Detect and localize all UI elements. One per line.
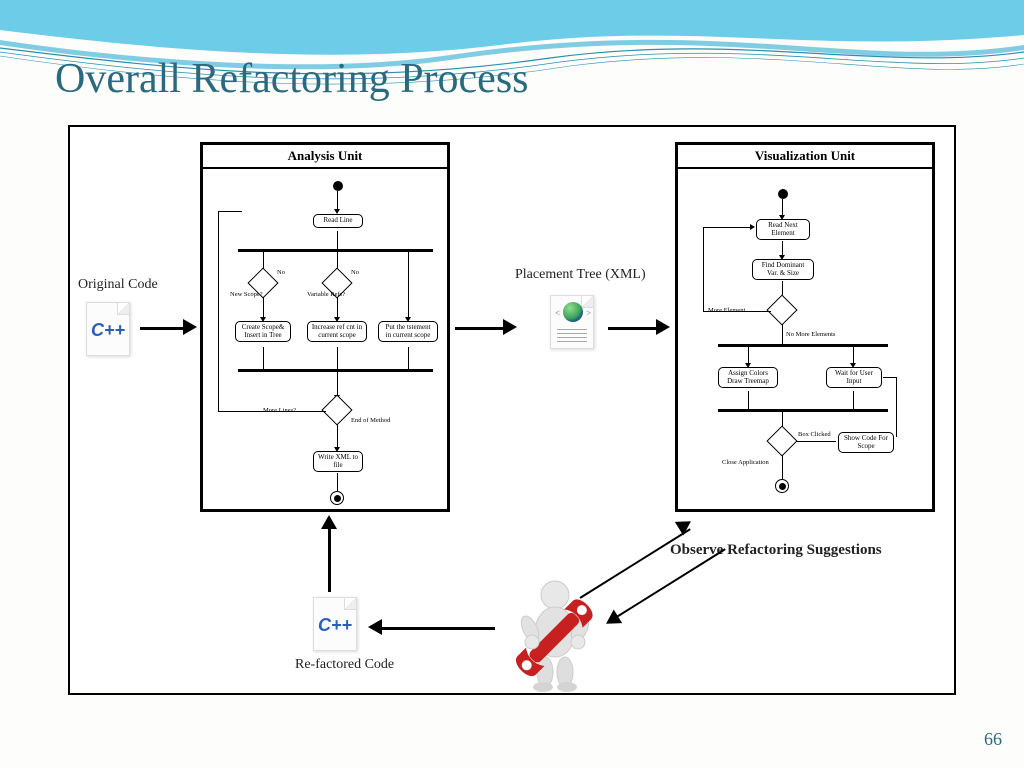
find-dominant-node: Find Dominant Var. & Size — [752, 259, 814, 280]
fork-bar-top — [238, 249, 433, 252]
viz-end-target — [775, 479, 789, 493]
new-scope-label: New Scope? — [230, 291, 263, 298]
more-lines-decision — [326, 399, 348, 421]
box-clicked-decision — [771, 430, 793, 452]
close-app-label: Close Application — [722, 459, 762, 466]
more-element-decision — [771, 299, 793, 321]
create-scope-node: Create Scope& Insert in Tree — [235, 321, 291, 342]
join-bar — [238, 369, 433, 372]
visualization-unit-title: Visualization Unit — [678, 145, 932, 169]
arrow-to-analysis — [140, 327, 185, 330]
refactored-code-label: Re-factored Code — [295, 657, 394, 673]
start-dot — [333, 181, 343, 191]
no-label-2: No — [351, 269, 359, 276]
arrowhead-to-analysis — [183, 319, 197, 335]
xml-file-icon: < > — [550, 295, 594, 349]
wait-input-node: Wait for User Input — [826, 367, 882, 388]
viz-fork — [718, 344, 888, 347]
show-code-node: Show Code For Scope — [838, 432, 894, 453]
viz-start-dot — [778, 189, 788, 199]
increase-ref-node: Increase ref cnt in current scope — [307, 321, 367, 342]
assign-colors-node: Assign Colors Draw Treemap — [718, 367, 778, 388]
arrowhead-to-viz-up — [675, 515, 695, 536]
cpp-file-icon: C++ — [86, 302, 130, 356]
end-of-method-label: End of Method — [351, 417, 390, 424]
diagram-frame: Original Code C++ Analysis Unit Read Lin… — [68, 125, 956, 695]
write-xml-node: Write XML to file — [313, 451, 363, 472]
arrow-to-viz — [608, 327, 658, 330]
refactored-cpp-icon: C++ — [313, 597, 357, 651]
analysis-unit-title: Analysis Unit — [203, 145, 447, 169]
read-line-node: Read Line — [313, 214, 363, 228]
arrowhead-analysis-out — [503, 319, 517, 335]
arrow-refactored-up — [328, 527, 331, 592]
analysis-unit: Analysis Unit Read Line New Scope? No Cr… — [200, 142, 450, 512]
arrowhead-to-viz — [656, 319, 670, 335]
read-next-node: Read Next Element — [756, 219, 810, 240]
developer-figure-icon — [500, 577, 610, 697]
arrowhead-to-refactored — [368, 619, 382, 635]
arrow-analysis-out — [455, 327, 505, 330]
placement-tree-label: Placement Tree (XML) — [515, 267, 646, 283]
box-clicked-label: Box Clicked — [798, 431, 831, 438]
analysis-end-target — [330, 491, 344, 505]
viz-join — [718, 409, 888, 412]
slide-title: Overall Refactoring Process — [55, 55, 529, 103]
arrowhead-refactored-up — [321, 515, 337, 529]
observe-suggestions-label: Observe Refactoring Suggestions — [670, 542, 882, 559]
var-refs-label: Variable Refs? — [307, 291, 345, 298]
arrow-to-refactored — [380, 627, 495, 630]
no-more-elements-label: No More Elements — [786, 331, 835, 338]
original-code-label: Original Code — [78, 277, 158, 293]
visualization-unit: Visualization Unit Read Next Element Fin… — [675, 142, 935, 512]
no-label-1: No — [277, 269, 285, 276]
put-statement-node: Put the tstement in current scope — [378, 321, 438, 342]
slide-number: 66 — [984, 729, 1002, 750]
